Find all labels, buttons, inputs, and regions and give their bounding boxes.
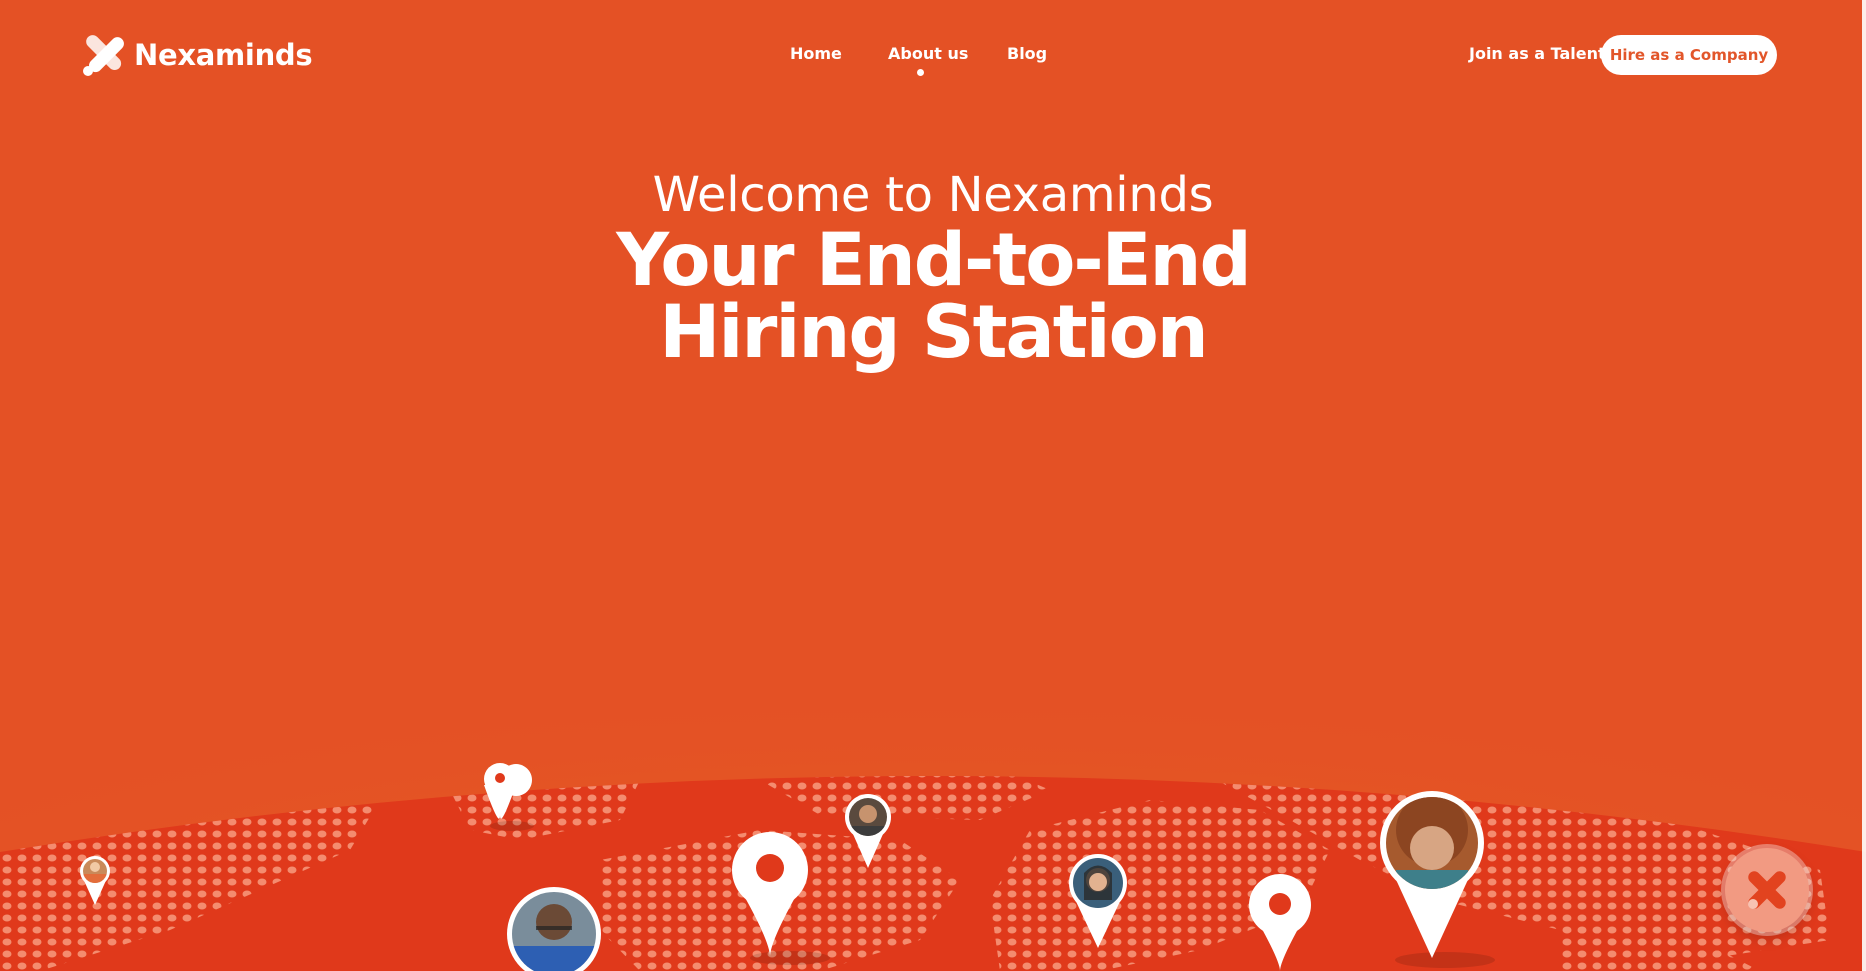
- x-logo-icon: [1748, 871, 1786, 909]
- page-scrollbar[interactable]: [1862, 0, 1866, 971]
- chat-launcher-button[interactable]: [1725, 848, 1809, 932]
- world-map-illustration: [0, 560, 1866, 971]
